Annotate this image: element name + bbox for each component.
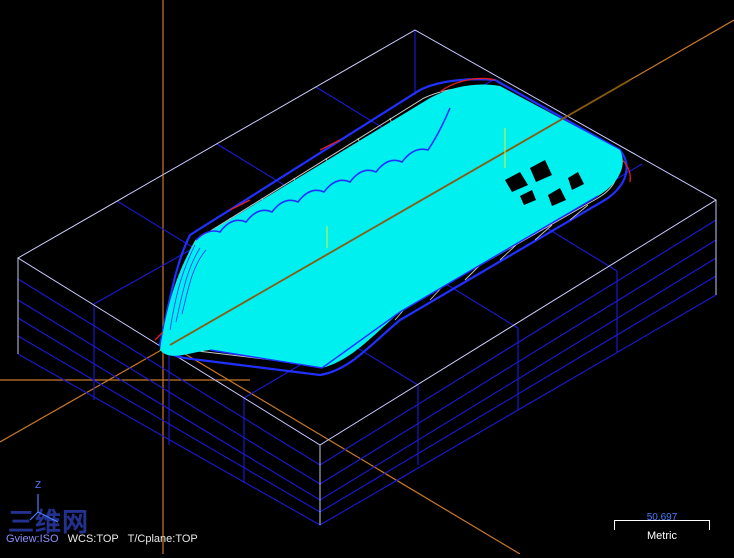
tcplane-label: T/Cplane:TOP xyxy=(127,533,198,545)
scale-indicator: 50.697 Metric xyxy=(614,512,710,544)
iso-toolpath-scene xyxy=(0,0,734,555)
graphics-viewport[interactable]: 三维网 Z Gview:ISO WCS:TOP T/Cplane:TOP 50.… xyxy=(0,0,734,555)
wcs-label: WCS:TOP xyxy=(67,533,119,545)
toolpath-region xyxy=(160,84,623,369)
scale-value: 50.697 xyxy=(646,512,678,523)
z-axis-label: Z xyxy=(35,480,42,491)
view-status-bar: Gview:ISO WCS:TOP T/Cplane:TOP xyxy=(6,533,204,545)
units-label[interactable]: Metric xyxy=(614,530,710,542)
axis-triad: Z xyxy=(28,480,68,526)
gview-label: Gview:ISO xyxy=(6,533,59,545)
diagonal-axis-lower xyxy=(0,344,171,443)
triad-icon xyxy=(29,494,59,523)
